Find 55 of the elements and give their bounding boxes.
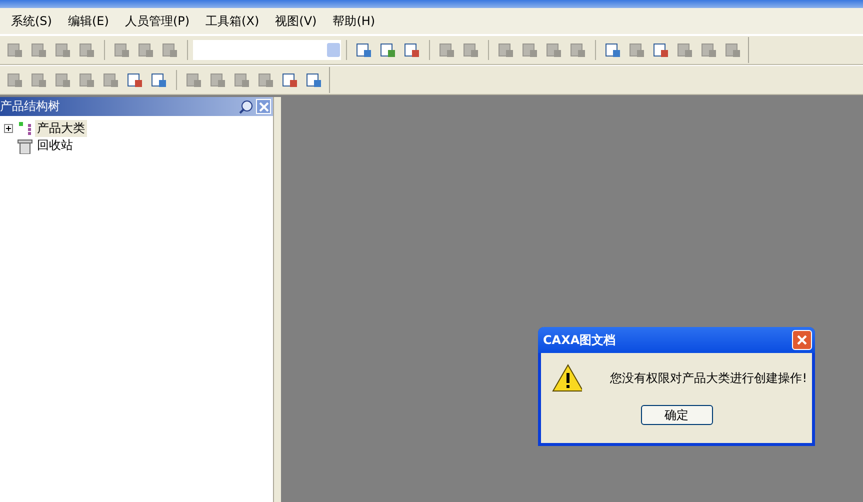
document-icon <box>234 72 250 88</box>
structure-icon <box>16 120 34 136</box>
document-icon <box>103 72 119 88</box>
document-icon <box>701 42 717 58</box>
document-icon <box>7 42 23 58</box>
dialog-title: CAXA图文档 <box>543 332 616 348</box>
document-icon <box>380 42 396 58</box>
menu-item[interactable]: 帮助(H) <box>326 10 382 32</box>
document-icon <box>522 42 538 58</box>
document-icon <box>7 72 23 88</box>
document-icon <box>31 42 47 58</box>
document-icon <box>356 42 372 58</box>
document-icon <box>127 72 143 88</box>
document-icon <box>210 72 226 88</box>
close-icon <box>258 102 268 112</box>
document-icon <box>55 72 71 88</box>
menu-item[interactable]: 人员管理(P) <box>118 10 197 32</box>
document-icon <box>55 42 71 58</box>
document-icon <box>725 42 741 58</box>
dropdown-field[interactable] <box>193 40 341 60</box>
document-icon <box>151 72 167 88</box>
document-icon <box>114 42 130 58</box>
warning-icon <box>552 363 582 393</box>
close-icon <box>796 334 808 346</box>
document-icon <box>546 42 562 58</box>
tree-item[interactable]: 产品大类 <box>35 120 87 137</box>
document-icon <box>629 42 645 58</box>
document-icon <box>306 72 322 88</box>
ok-button[interactable]: 确定 <box>640 405 712 425</box>
document-icon <box>404 42 420 58</box>
menu-item[interactable]: 系统(S) <box>4 10 59 32</box>
document-icon <box>498 42 514 58</box>
expand-toggle[interactable] <box>4 124 15 133</box>
tree-item[interactable]: 回收站 <box>35 137 75 154</box>
document-icon <box>162 42 178 58</box>
document-icon <box>79 72 95 88</box>
dialog-message: 您没有权限对产品大类进行创建操作! <box>610 370 807 386</box>
document-icon <box>570 42 586 58</box>
document-icon <box>79 42 95 58</box>
document-icon <box>282 72 298 88</box>
document-icon <box>439 42 455 58</box>
menu-item[interactable]: 视图(V) <box>268 10 324 32</box>
trash-icon <box>16 138 34 154</box>
document-icon <box>677 42 693 58</box>
document-icon <box>186 72 202 88</box>
document-icon <box>605 42 621 58</box>
menu-item[interactable]: 工具箱(X) <box>198 10 266 32</box>
document-icon <box>258 72 274 88</box>
close-button[interactable] <box>792 330 812 350</box>
document-icon <box>138 42 154 58</box>
document-icon <box>653 42 669 58</box>
document-icon <box>31 72 47 88</box>
document-icon <box>463 42 479 58</box>
panel-title: 产品结构树 <box>0 98 61 115</box>
menu-item[interactable]: 编辑(E) <box>60 10 116 32</box>
